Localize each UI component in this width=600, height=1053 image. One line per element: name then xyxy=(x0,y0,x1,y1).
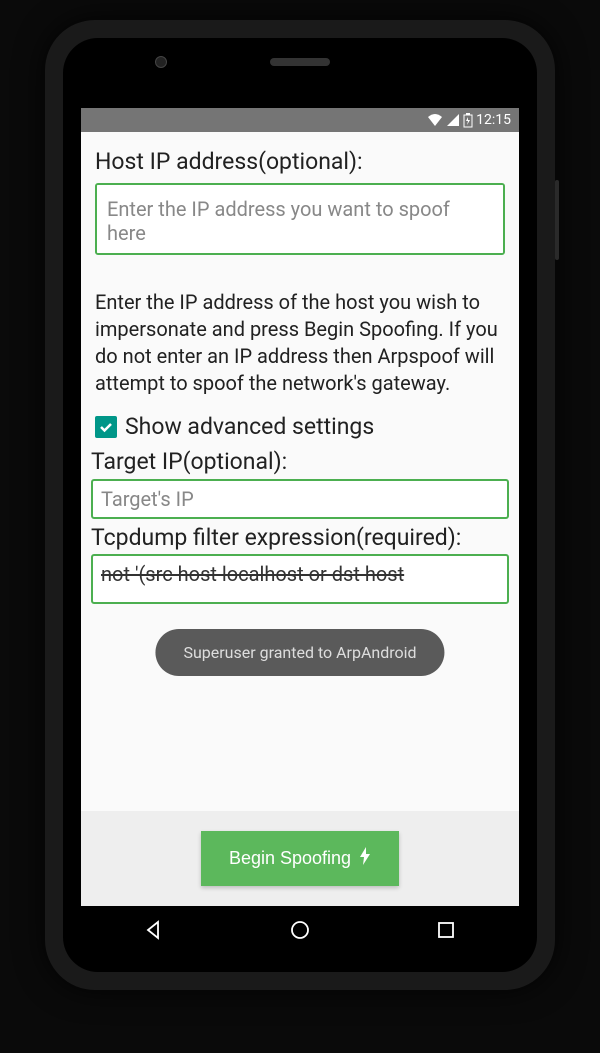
navigation-bar xyxy=(81,906,519,954)
back-button[interactable] xyxy=(114,910,194,950)
target-section: Target IP(optional): Tcpdump filter expr… xyxy=(91,448,509,604)
screen: 12:15 Host IP address(optional): Enter t… xyxy=(81,108,519,954)
home-button[interactable] xyxy=(260,910,340,950)
bottom-action-area: Begin Spoofing xyxy=(81,811,519,906)
target-ip-input[interactable] xyxy=(91,479,509,519)
begin-button-label: Begin Spoofing xyxy=(229,848,351,869)
advanced-settings-label: Show advanced settings xyxy=(125,413,374,440)
toast-message: Superuser granted to ArpAndroid xyxy=(155,629,444,676)
advanced-settings-checkbox[interactable] xyxy=(95,416,117,438)
host-ip-label: Host IP address(optional): xyxy=(95,148,505,175)
host-ip-input[interactable] xyxy=(95,183,505,255)
advanced-settings-checkbox-row[interactable]: Show advanced settings xyxy=(95,413,505,440)
target-ip-label: Target IP(optional): xyxy=(91,448,509,475)
recent-apps-button[interactable] xyxy=(406,910,486,950)
tcpdump-label: Tcpdump filter expression(required): xyxy=(91,525,509,550)
phone-frame: 12:15 Host IP address(optional): Enter t… xyxy=(45,20,555,990)
power-button xyxy=(555,180,559,260)
bolt-icon xyxy=(359,847,371,870)
phone-inner: 12:15 Host IP address(optional): Enter t… xyxy=(63,38,537,972)
status-bar: 12:15 xyxy=(81,108,519,132)
phone-speaker xyxy=(270,58,330,66)
begin-spoofing-button[interactable]: Begin Spoofing xyxy=(201,831,399,886)
status-time: 12:15 xyxy=(476,112,511,128)
app-content: Host IP address(optional): Enter the IP … xyxy=(81,132,519,811)
wifi-icon xyxy=(427,113,443,127)
battery-charging-icon xyxy=(463,113,473,128)
tcpdump-input[interactable]: not '(src host localhost or dst host xyxy=(91,554,509,604)
status-icons: 12:15 xyxy=(427,112,511,128)
cellular-icon xyxy=(446,113,460,127)
helper-text: Enter the IP address of the host you wis… xyxy=(95,289,505,397)
front-camera xyxy=(155,56,167,68)
